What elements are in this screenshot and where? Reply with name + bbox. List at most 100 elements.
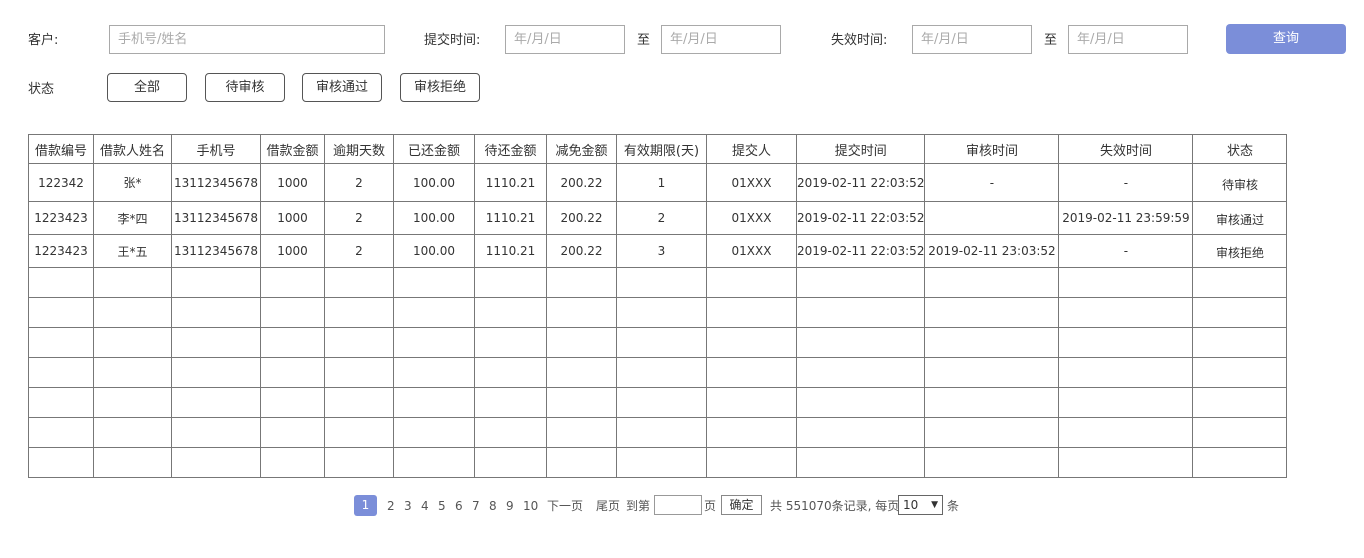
cell-loan-amount: 1000 (260, 163, 325, 202)
cell-submitter: 01XXX (706, 234, 797, 268)
cell-review-time (924, 201, 1060, 235)
header-submit-time[interactable]: 提交时间 (795, 134, 926, 164)
page-link[interactable]: 3 (404, 495, 412, 517)
expire-time-end-input[interactable]: 年/月/日 (1068, 25, 1188, 54)
page-link[interactable]: 2 (387, 495, 395, 517)
cell-loan-id: 122342 (28, 163, 94, 202)
header-pending-amount[interactable]: 待还金额 (474, 134, 547, 164)
empty-row (28, 417, 1288, 448)
cell-overdue-days: 2 (324, 234, 394, 268)
page-unit-label: 页 (704, 499, 717, 513)
page-link[interactable]: 9 (506, 495, 514, 517)
cell-borrower-name: 李*四 (93, 201, 172, 235)
cell-submit-time: 2019-02-11 22:03:52 (795, 234, 926, 268)
cell-pending-amount: 1110.21 (474, 163, 547, 202)
cell-submitter: 01XXX (706, 163, 797, 202)
submit-time-to-label: 至 (637, 33, 651, 48)
page-link[interactable]: 8 (489, 495, 497, 517)
page-size-value: 10 (903, 498, 919, 512)
customer-label: 客户: (28, 33, 59, 48)
cell-repaid-amount: 100.00 (393, 201, 475, 235)
status-all-button[interactable]: 全部 (107, 73, 187, 102)
cell-repaid-amount: 100.00 (393, 234, 475, 268)
empty-row (28, 267, 1288, 298)
cell-waived-amount: 200.22 (546, 234, 617, 268)
cell-expire-time: - (1058, 163, 1194, 202)
header-review-time[interactable]: 审核时间 (924, 134, 1060, 164)
empty-row (28, 357, 1288, 388)
expire-time-label: 失效时间: (831, 33, 888, 48)
table-header-row: 借款编号 借款人姓名 手机号 借款金额 逾期天数 已还金额 待还金额 减免金额 … (28, 134, 1288, 164)
cell-loan-amount: 1000 (260, 234, 325, 268)
goto-page-input[interactable] (654, 495, 702, 515)
cell-loan-id: 1223423 (28, 234, 94, 268)
pagination: 1 2 3 4 5 6 7 8 9 10 下一页 尾页 到第 页 确定 共 55… (0, 495, 1364, 517)
expire-time-start-input[interactable]: 年/月/日 (912, 25, 1032, 54)
empty-row (28, 387, 1288, 418)
page-link[interactable]: 5 (438, 495, 446, 517)
status-label: 状态 (28, 82, 55, 97)
page-current[interactable]: 1 (354, 495, 377, 516)
table-row[interactable]: 1223423 李*四 13112345678 1000 2 100.00 11… (28, 201, 1288, 235)
cell-phone: 13112345678 (171, 234, 261, 268)
customer-search-input[interactable]: 手机号/姓名 (109, 25, 385, 54)
cell-overdue-days: 2 (324, 163, 394, 202)
cell-status: 审核通过 (1192, 201, 1288, 235)
header-overdue-days[interactable]: 逾期天数 (324, 134, 394, 164)
cell-status: 审核拒绝 (1192, 234, 1288, 268)
header-borrower-name[interactable]: 借款人姓名 (93, 134, 172, 164)
cell-validity-days: 1 (616, 163, 707, 202)
cell-pending-amount: 1110.21 (474, 201, 547, 235)
goto-label: 到第 (626, 499, 651, 513)
page-link[interactable]: 6 (455, 495, 463, 517)
status-rejected-button[interactable]: 审核拒绝 (400, 73, 480, 102)
header-submitter[interactable]: 提交人 (706, 134, 797, 164)
submit-time-end-input[interactable]: 年/月/日 (661, 25, 781, 54)
cell-review-time: - (924, 163, 1060, 202)
status-approved-button[interactable]: 审核通过 (302, 73, 382, 102)
empty-row (28, 297, 1288, 328)
cell-validity-days: 3 (616, 234, 707, 268)
header-waived-amount[interactable]: 减免金额 (546, 134, 617, 164)
caret-down-icon: ▼ (931, 500, 938, 510)
cell-submit-time: 2019-02-11 22:03:52 (795, 201, 926, 235)
cell-review-time: 2019-02-11 23:03:52 (924, 234, 1060, 268)
last-page-link[interactable]: 尾页 (596, 495, 620, 517)
page-link[interactable]: 7 (472, 495, 480, 517)
header-repaid-amount[interactable]: 已还金额 (393, 134, 475, 164)
cell-phone: 13112345678 (171, 163, 261, 202)
submit-time-start-input[interactable]: 年/月/日 (505, 25, 625, 54)
next-page-link[interactable]: 下一页 (547, 495, 583, 517)
total-records-text: 共 551070条记录, 每页 (770, 499, 900, 513)
cell-pending-amount: 1110.21 (474, 234, 547, 268)
header-loan-amount[interactable]: 借款金额 (260, 134, 325, 164)
cell-repaid-amount: 100.00 (393, 163, 475, 202)
header-validity-days[interactable]: 有效期限(天) (616, 134, 707, 164)
table-row[interactable]: 122342 张* 13112345678 1000 2 100.00 1110… (28, 163, 1288, 202)
cell-phone: 13112345678 (171, 201, 261, 235)
empty-row (28, 447, 1288, 478)
status-pending-button[interactable]: 待审核 (205, 73, 285, 102)
expire-time-to-label: 至 (1044, 33, 1058, 48)
header-loan-id[interactable]: 借款编号 (28, 134, 94, 164)
table-row[interactable]: 1223423 王*五 13112345678 1000 2 100.00 11… (28, 234, 1288, 268)
page-size-select[interactable]: 10 ▼ (898, 495, 943, 515)
cell-status: 待审核 (1192, 163, 1288, 202)
page-link[interactable]: 10 (523, 495, 538, 517)
loan-table: 借款编号 借款人姓名 手机号 借款金额 逾期天数 已还金额 待还金额 减免金额 … (28, 134, 1288, 478)
empty-row (28, 327, 1288, 358)
header-phone[interactable]: 手机号 (171, 134, 261, 164)
cell-validity-days: 2 (616, 201, 707, 235)
page-link[interactable]: 4 (421, 495, 429, 517)
header-status[interactable]: 状态 (1192, 134, 1288, 164)
cell-borrower-name: 王*五 (93, 234, 172, 268)
header-expire-time[interactable]: 失效时间 (1058, 134, 1194, 164)
cell-borrower-name: 张* (93, 163, 172, 202)
query-button[interactable]: 查询 (1226, 24, 1346, 54)
cell-waived-amount: 200.22 (546, 201, 617, 235)
cell-waived-amount: 200.22 (546, 163, 617, 202)
cell-overdue-days: 2 (324, 201, 394, 235)
cell-expire-time: 2019-02-11 23:59:59 (1058, 201, 1194, 235)
cell-submit-time: 2019-02-11 22:03:52 (795, 163, 926, 202)
confirm-button[interactable]: 确定 (721, 495, 762, 515)
